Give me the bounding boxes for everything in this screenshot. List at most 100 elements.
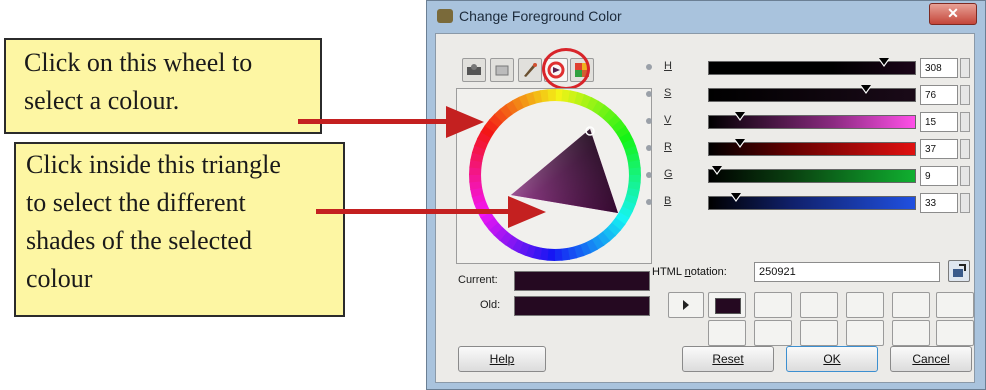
history-swatch[interactable]	[892, 320, 930, 346]
color-picker-button[interactable]	[948, 260, 970, 282]
wheel-tab-highlight	[542, 48, 590, 90]
triangle-callout-line1: Click inside this triangle	[26, 150, 281, 179]
old-label: Old:	[480, 299, 501, 311]
slider-spin[interactable]	[960, 112, 970, 132]
html-notation-input[interactable]: 250921	[754, 262, 940, 282]
slider-spin[interactable]	[960, 85, 970, 105]
hue-ring-segment[interactable]	[554, 248, 563, 261]
wheel-callout-line2: select a colour.	[24, 86, 180, 115]
slider-row-r: R 37	[646, 139, 972, 159]
add-to-history-button[interactable]	[668, 292, 704, 318]
cancel-button[interactable]: Cancel	[890, 346, 972, 372]
title-bar[interactable]: Change Foreground Color ✕	[427, 1, 985, 31]
scales-icon	[467, 64, 481, 75]
gimp-app-icon	[437, 9, 453, 23]
hue-ring-segment[interactable]	[628, 167, 641, 176]
history-swatch[interactable]	[936, 320, 974, 346]
slider-thumb[interactable]	[712, 166, 722, 175]
slider-letter: V	[664, 114, 672, 126]
slider-value[interactable]: 9	[920, 166, 958, 186]
slider-thumb[interactable]	[731, 193, 741, 202]
tab-scales[interactable]	[462, 58, 486, 82]
slider-spin[interactable]	[960, 166, 970, 186]
ok-label: OK	[823, 352, 841, 366]
slider-track[interactable]	[708, 166, 916, 183]
slider-radio[interactable]	[646, 118, 652, 124]
slider-spin[interactable]	[960, 58, 970, 78]
close-button[interactable]: ✕	[929, 3, 977, 25]
wheel-arrow-line	[298, 119, 450, 124]
slider-value[interactable]: 76	[920, 85, 958, 105]
slider-row-s: S 76	[646, 85, 972, 105]
slider-letter: G	[664, 168, 673, 180]
history-swatch[interactable]	[892, 292, 930, 318]
slider-row-v: V 15	[646, 112, 972, 132]
help-button[interactable]: Help	[458, 346, 546, 372]
hue-ring-segment[interactable]	[469, 174, 482, 183]
triangle-callout-line4: colour	[26, 264, 93, 293]
reset-button[interactable]: Reset	[682, 346, 774, 372]
old-color-swatch	[514, 296, 650, 316]
history-swatch[interactable]	[846, 292, 884, 318]
slider-row-b: B 33	[646, 193, 972, 213]
tab-cmyk[interactable]	[490, 58, 514, 82]
slider-thumb[interactable]	[735, 139, 745, 148]
slider-value[interactable]: 15	[920, 112, 958, 132]
brush-icon	[524, 63, 537, 77]
help-label: Help	[489, 352, 515, 366]
slider-value[interactable]: 33	[920, 193, 958, 213]
slider-spin[interactable]	[960, 139, 970, 159]
slider-radio[interactable]	[646, 91, 652, 97]
history-color-fill	[715, 298, 741, 314]
triangle-callout: Click inside this triangle to select the…	[14, 142, 345, 317]
slider-letter: H	[664, 60, 672, 72]
slider-thumb[interactable]	[861, 85, 871, 94]
slider-thumb[interactable]	[735, 112, 745, 121]
slider-track[interactable]	[708, 139, 916, 156]
wheel-arrow-head	[446, 106, 484, 138]
triangle-callout-line2: to select the different	[26, 188, 246, 217]
slider-value[interactable]: 308	[920, 58, 958, 78]
triangle-arrow-head	[508, 196, 546, 228]
hue-ring-segment[interactable]	[547, 89, 556, 102]
slider-radio[interactable]	[646, 145, 652, 151]
slider-letter: B	[664, 195, 672, 207]
tab-watercolor[interactable]	[518, 58, 542, 82]
slider-track[interactable]	[708, 58, 916, 75]
history-swatch[interactable]	[936, 292, 974, 318]
history-swatch[interactable]	[708, 292, 746, 318]
eyedropper-icon	[953, 264, 966, 277]
slider-letter: S	[664, 87, 672, 99]
slider-row-h: H 308	[646, 58, 972, 78]
triangle-arrow-line	[316, 209, 512, 214]
dialog-title: Change Foreground Color	[459, 8, 622, 24]
slider-track[interactable]	[708, 85, 916, 102]
history-swatch[interactable]	[754, 292, 792, 318]
html-label-suffix: otation:	[690, 266, 727, 278]
current-label: Current:	[458, 274, 498, 286]
wheel-callout: Click on this wheel to select a colour.	[4, 38, 322, 134]
slider-radio[interactable]	[646, 172, 652, 178]
ok-button[interactable]: OK	[786, 346, 878, 372]
history-swatch[interactable]	[708, 320, 746, 346]
slider-value[interactable]: 37	[920, 139, 958, 159]
slider-track[interactable]	[708, 112, 916, 129]
html-notation-label: HTML notation:	[652, 266, 727, 278]
slider-row-g: G9	[646, 166, 972, 186]
triangle-callout-line3: shades of the selected	[26, 226, 252, 255]
change-foreground-color-dialog: Change Foreground Color ✕ Current: Old: …	[426, 0, 986, 390]
slider-radio[interactable]	[646, 199, 652, 205]
history-swatch[interactable]	[800, 320, 838, 346]
reset-label: Reset	[712, 352, 744, 366]
slider-radio[interactable]	[646, 64, 652, 70]
color-wheel[interactable]	[469, 89, 641, 261]
wheel-callout-line1: Click on this wheel to	[24, 48, 253, 77]
printer-icon	[495, 65, 509, 76]
slider-thumb[interactable]	[879, 58, 889, 67]
history-swatch[interactable]	[800, 292, 838, 318]
slider-spin[interactable]	[960, 193, 970, 213]
slider-track[interactable]	[708, 193, 916, 210]
history-swatch[interactable]	[754, 320, 792, 346]
color-wheel-panel[interactable]	[456, 88, 652, 264]
history-swatch[interactable]	[846, 320, 884, 346]
